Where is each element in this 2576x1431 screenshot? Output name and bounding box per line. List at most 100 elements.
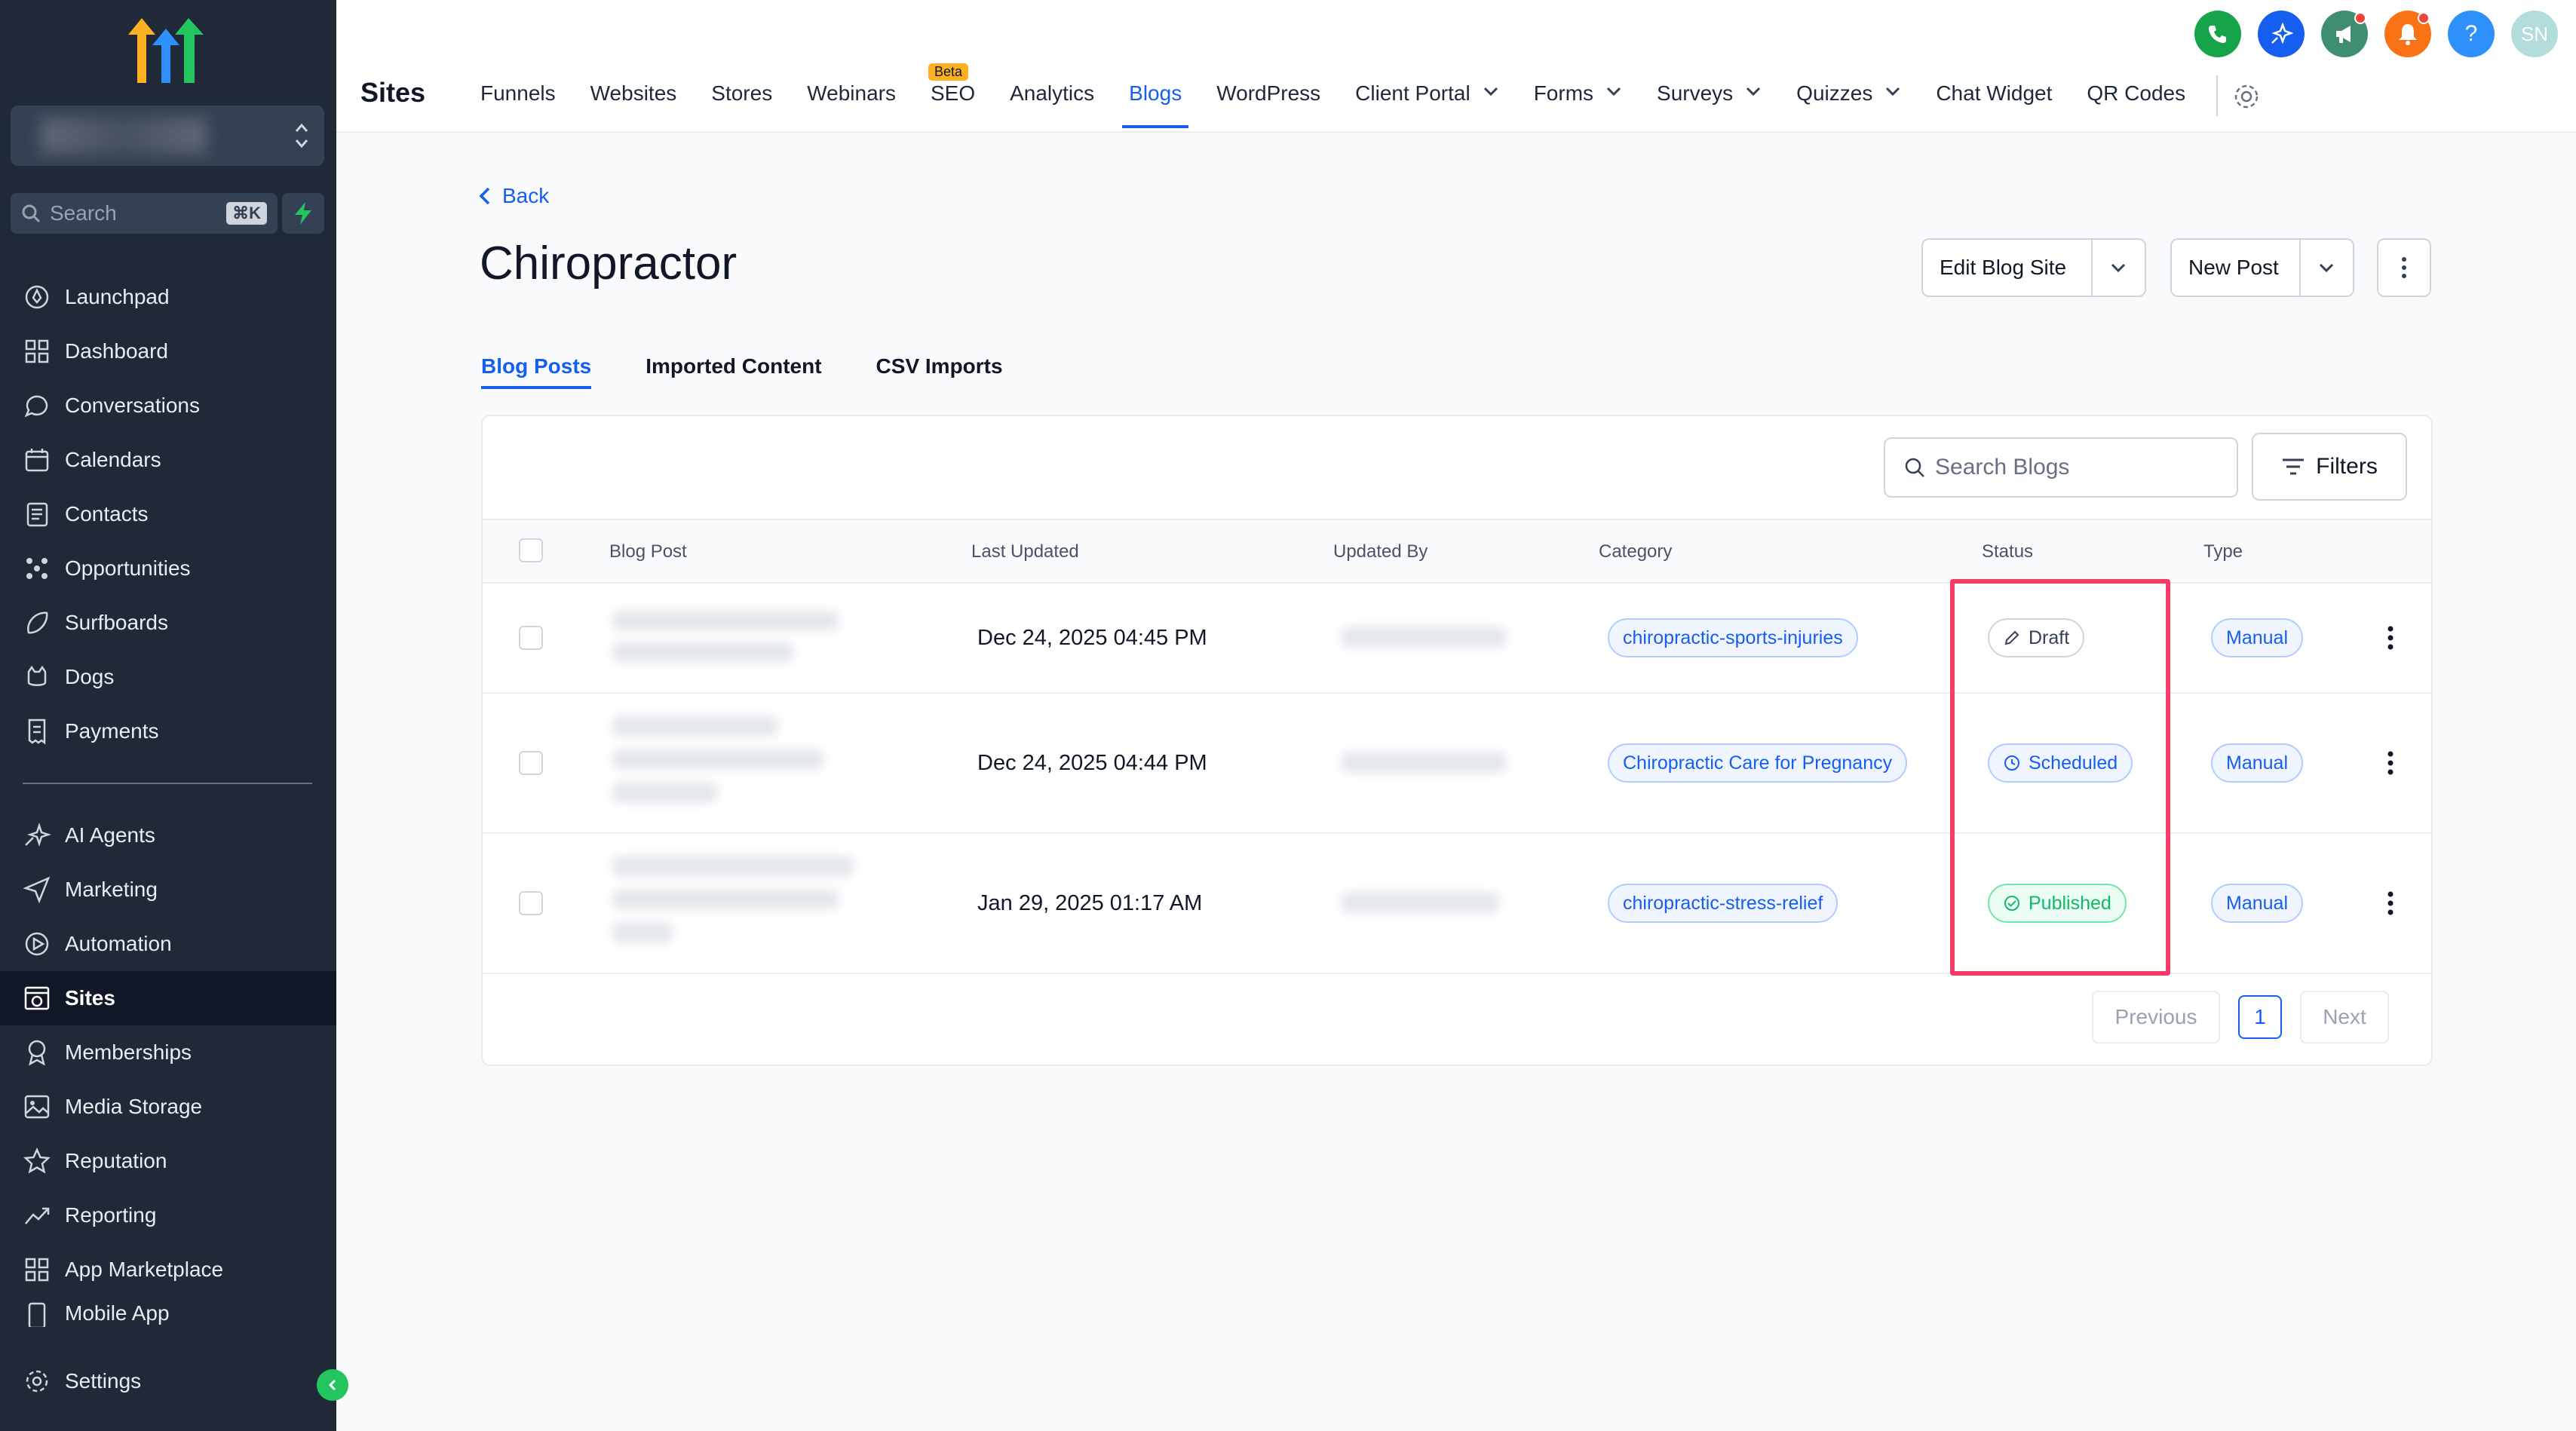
sidebar-item-label: Mobile App bbox=[65, 1301, 170, 1325]
table-header: Blog Post Last Updated Updated By Catego… bbox=[483, 519, 2431, 584]
sidebar-item-media-storage[interactable]: Media Storage bbox=[0, 1080, 336, 1134]
kebab-icon bbox=[2387, 626, 2394, 650]
page-number-button[interactable]: 1 bbox=[2238, 995, 2282, 1039]
user-avatar[interactable]: SN bbox=[2511, 11, 2558, 57]
category-label: chiropractic-stress-relief bbox=[1623, 892, 1823, 914]
nav-tab-label: Funnels bbox=[480, 81, 556, 105]
sidebar-item-reporting[interactable]: Reporting bbox=[0, 1188, 336, 1243]
new-post-button[interactable]: New Post bbox=[2172, 240, 2301, 296]
sites-icon bbox=[24, 986, 50, 1010]
sidebar-item-memberships[interactable]: Memberships bbox=[0, 1025, 336, 1080]
nav-tab-chat-widget[interactable]: Chat Widget bbox=[1918, 72, 2069, 133]
nav-tab-stores[interactable]: Stores bbox=[694, 72, 790, 133]
ai-assistant-button[interactable] bbox=[2258, 11, 2305, 57]
nav-tab-webinars[interactable]: Webinars bbox=[790, 72, 913, 133]
nav-tab-label: Websites bbox=[590, 81, 677, 105]
sidebar-item-mobile-app[interactable]: Mobile App bbox=[0, 1297, 336, 1327]
tab-blog-posts[interactable]: Blog Posts bbox=[481, 354, 592, 389]
sidebar-nav-secondary: AI Agents Marketing Automation Sites Mem… bbox=[0, 808, 336, 1327]
nav-tab-wordpress[interactable]: WordPress bbox=[1199, 72, 1338, 133]
nav-tab-client-portal[interactable]: Client Portal bbox=[1338, 72, 1516, 133]
nav-tab-analytics[interactable]: Analytics bbox=[992, 72, 1112, 133]
sidebar-item-payments[interactable]: Payments bbox=[0, 704, 336, 758]
row-actions-button[interactable] bbox=[2387, 891, 2394, 921]
last-updated: Dec 24, 2025 04:44 PM bbox=[977, 751, 1207, 775]
edit-blog-site-dropdown[interactable] bbox=[2093, 240, 2145, 296]
last-updated: Dec 24, 2025 04:45 PM bbox=[977, 626, 1207, 650]
nav-tab-qr-codes[interactable]: QR Codes bbox=[2069, 72, 2203, 133]
more-actions-button[interactable] bbox=[2377, 238, 2431, 297]
beta-badge: Beta bbox=[928, 63, 968, 81]
nav-tab-seo[interactable]: Beta SEO bbox=[913, 63, 992, 133]
sidebar-item-dogs[interactable]: Dogs bbox=[0, 650, 336, 704]
sidebar-item-conversations[interactable]: Conversations bbox=[0, 378, 336, 433]
contacts-icon bbox=[26, 502, 48, 527]
chevron-down-icon bbox=[1483, 87, 1498, 97]
updated-by-redacted bbox=[1341, 627, 1507, 647]
nav-tab-forms[interactable]: Forms bbox=[1516, 72, 1639, 133]
sidebar-nav-primary: Launchpad Dashboard Conversations Calend… bbox=[0, 270, 336, 758]
sidebar-item-reputation[interactable]: Reputation bbox=[0, 1134, 336, 1188]
back-link[interactable]: Back bbox=[478, 184, 549, 208]
new-post-dropdown[interactable] bbox=[2301, 240, 2353, 296]
sidebar-collapse-button[interactable] bbox=[317, 1369, 348, 1401]
account-switcher[interactable] bbox=[11, 106, 324, 166]
notifications-button[interactable] bbox=[2384, 11, 2431, 57]
sidebar-item-label: Memberships bbox=[65, 1040, 192, 1064]
row-checkbox[interactable] bbox=[519, 751, 543, 775]
filters-button[interactable]: Filters bbox=[2252, 433, 2407, 501]
sidebar-item-automation[interactable]: Automation bbox=[0, 917, 336, 971]
sidebar-item-launchpad[interactable]: Launchpad bbox=[0, 270, 336, 324]
chevron-down-icon bbox=[1606, 87, 1621, 97]
sidebar-search[interactable]: Search ⌘K bbox=[11, 193, 278, 234]
pager-label: 1 bbox=[2254, 1005, 2266, 1028]
sidebar-item-dashboard[interactable]: Dashboard bbox=[0, 324, 336, 378]
sidebar-item-label: Sites bbox=[65, 986, 115, 1010]
sidebar-item-marketing[interactable]: Marketing bbox=[0, 863, 336, 917]
sidebar-item-ai-agents[interactable]: AI Agents bbox=[0, 808, 336, 863]
nav-tab-quizzes[interactable]: Quizzes bbox=[1779, 72, 1918, 133]
column-header-category: Category bbox=[1599, 541, 1673, 562]
nav-tab-websites[interactable]: Websites bbox=[573, 72, 695, 133]
row-checkbox[interactable] bbox=[519, 891, 543, 915]
bell-icon bbox=[2399, 24, 2417, 45]
sidebar-item-calendars[interactable]: Calendars bbox=[0, 433, 336, 487]
phone-button[interactable] bbox=[2194, 11, 2241, 57]
row-actions-button[interactable] bbox=[2387, 626, 2394, 656]
sidebar-item-label: Contacts bbox=[65, 502, 149, 526]
button-label: Edit Blog Site bbox=[1940, 256, 2067, 279]
nav-tab-surveys[interactable]: Surveys bbox=[1639, 72, 1779, 133]
nav-tab-label: Quizzes bbox=[1796, 81, 1873, 105]
sidebar-item-contacts[interactable]: Contacts bbox=[0, 487, 336, 541]
sidebar-item-settings[interactable]: Settings bbox=[0, 1354, 336, 1408]
blog-post-title-redacted bbox=[612, 642, 793, 662]
help-button[interactable]: ? bbox=[2448, 11, 2495, 57]
row-actions-button[interactable] bbox=[2387, 751, 2394, 781]
kebab-icon bbox=[2387, 751, 2394, 775]
sites-settings-button[interactable] bbox=[2231, 72, 2262, 133]
edit-blog-site-button[interactable]: Edit Blog Site bbox=[1923, 240, 2093, 296]
nav-tab-label: Client Portal bbox=[1355, 81, 1470, 105]
sidebar-item-label: Media Storage bbox=[65, 1095, 203, 1118]
search-blogs-input[interactable]: Search Blogs bbox=[1884, 437, 2238, 498]
next-page-button[interactable]: Next bbox=[2300, 991, 2389, 1043]
tab-imported-content[interactable]: Imported Content bbox=[646, 354, 821, 389]
column-header-last-updated: Last Updated bbox=[971, 541, 1079, 562]
tab-csv-imports[interactable]: CSV Imports bbox=[876, 354, 1003, 389]
blog-post-title-redacted bbox=[612, 923, 673, 942]
category-tag: chiropractic-sports-injuries bbox=[1608, 618, 1858, 657]
select-all-checkbox[interactable] bbox=[519, 538, 543, 562]
sidebar-item-sites[interactable]: Sites bbox=[0, 971, 336, 1025]
announcements-button[interactable] bbox=[2321, 11, 2368, 57]
chevron-down-icon bbox=[2320, 263, 2334, 273]
sidebar-item-opportunities[interactable]: Opportunities bbox=[0, 541, 336, 596]
nav-tab-blogs[interactable]: Blogs bbox=[1112, 72, 1199, 133]
sidebar-item-label: Reputation bbox=[65, 1149, 167, 1172]
sidebar-item-surfboards[interactable]: Surfboards bbox=[0, 596, 336, 650]
quick-action-button[interactable] bbox=[282, 193, 324, 234]
row-checkbox[interactable] bbox=[519, 626, 543, 650]
sidebar-item-app-marketplace[interactable]: App Marketplace bbox=[0, 1243, 336, 1297]
updated-by-redacted bbox=[1341, 752, 1507, 772]
previous-page-button[interactable]: Previous bbox=[2092, 991, 2220, 1043]
nav-tab-funnels[interactable]: Funnels bbox=[463, 72, 573, 133]
